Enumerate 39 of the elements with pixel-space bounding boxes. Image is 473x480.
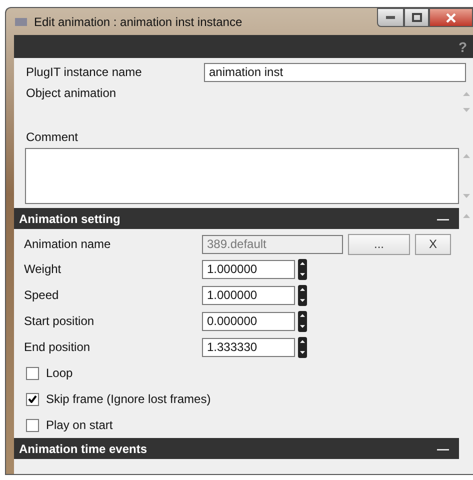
number-field[interactable]: 0.000000 [202, 312, 295, 330]
section-title: Animation setting [19, 212, 120, 226]
field-label: Comment [26, 130, 80, 144]
minimize-icon [386, 16, 395, 19]
maximize-button[interactable] [404, 8, 429, 27]
spinner-icon[interactable] [298, 310, 307, 332]
checkbox[interactable] [26, 392, 39, 406]
field-label: Animation name [24, 237, 112, 251]
checkbox-label: Skip frame (Ignore lost frames) [46, 392, 211, 406]
field-label: Object animation [26, 86, 118, 100]
section-title: Animation time events [19, 442, 148, 456]
help-button[interactable]: ? [458, 38, 467, 54]
close-icon [446, 12, 456, 22]
section-header[interactable]: Animation setting — [14, 208, 459, 229]
maximize-icon [412, 13, 422, 22]
comment-field[interactable] [25, 148, 459, 204]
checkbox-label: Play on start [46, 418, 113, 432]
number-field[interactable]: 1.333330 [202, 338, 295, 356]
instance-name-field[interactable]: animation inst [204, 62, 466, 82]
section-header[interactable]: Animation time events — [14, 438, 459, 459]
spinner-icon[interactable] [298, 258, 307, 280]
close-button[interactable] [429, 8, 473, 27]
spinner-icon[interactable] [298, 284, 307, 306]
field-label: Start position [24, 314, 96, 328]
number-field[interactable]: 1.000000 [202, 260, 295, 278]
window-title: Edit animation : animation inst instance [34, 14, 244, 28]
number-field[interactable]: 1.000000 [202, 286, 295, 304]
spinner-icon[interactable] [298, 336, 307, 358]
checkbox[interactable] [26, 366, 39, 380]
collapse-button[interactable]: — [437, 442, 449, 456]
collapse-button[interactable]: — [437, 212, 449, 226]
app-icon [14, 16, 28, 28]
checkbox-label: Loop [46, 366, 73, 380]
minimize-button[interactable] [377, 8, 404, 27]
field-label: Speed [24, 288, 60, 302]
field-label: Weight [24, 262, 62, 276]
field-label: End position [24, 340, 92, 354]
field-label: PlugIT instance name [26, 65, 143, 79]
checkbox[interactable] [26, 418, 39, 432]
